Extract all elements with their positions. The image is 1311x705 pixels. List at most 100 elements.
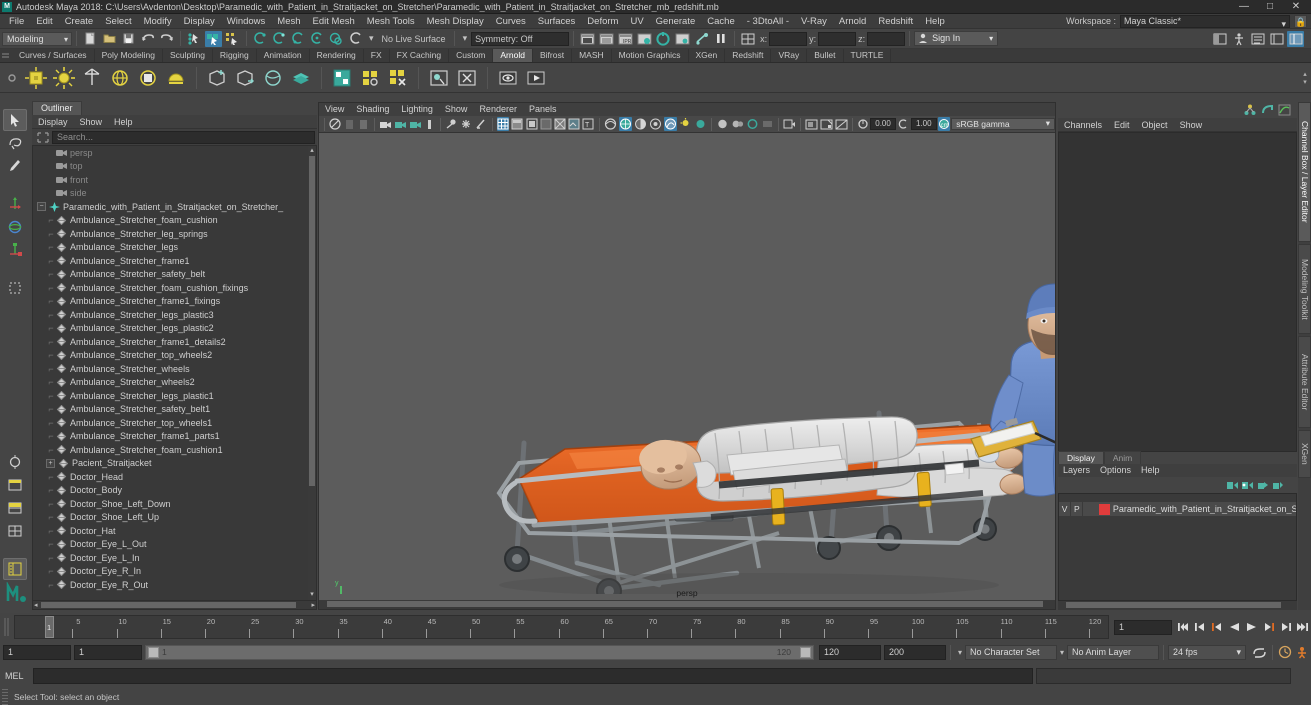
show-hide-attribute-editor-button[interactable] xyxy=(1249,31,1266,47)
shelf-tab-xgen[interactable]: XGen xyxy=(688,49,726,62)
viewport-menu-lighting[interactable]: Lighting xyxy=(395,103,439,116)
outliner-item-ambulance-stretcher-frame1-parts1[interactable]: ⌐ Ambulance_Stretcher_frame1_parts1 xyxy=(33,430,316,444)
graph-editor-icon[interactable] xyxy=(1278,104,1291,116)
render-settings-button[interactable] xyxy=(636,31,653,47)
viewport-menu-panels[interactable]: Panels xyxy=(523,103,563,116)
outliner-item-doctor-eye-r-in[interactable]: ⌐ Doctor_Eye_R_In xyxy=(33,565,316,579)
resolution-gate-button[interactable] xyxy=(835,117,848,131)
shelf-scroll-arrows[interactable]: ▴ ▾ xyxy=(1299,64,1311,91)
outliner-horizontal-scrollbar[interactable]: ◂ ▸ xyxy=(32,601,317,610)
redo-button[interactable] xyxy=(158,31,175,47)
color-management-select[interactable]: sRGB gamma ▾ xyxy=(951,118,1056,130)
layer-menu-layers[interactable]: Layers xyxy=(1058,464,1095,477)
go-to-end-button[interactable] xyxy=(1295,619,1310,635)
play-backwards-button[interactable] xyxy=(1227,619,1242,635)
shelf-tab-curves-surfaces[interactable]: Curves / Surfaces xyxy=(12,49,95,62)
workspace-select[interactable]: Maya Classic* ▾ xyxy=(1120,14,1290,29)
scrollbar-thumb[interactable] xyxy=(41,602,296,608)
menu-item-3dtoall[interactable]: - 3DtoAll - xyxy=(741,14,795,29)
scale-tool-button[interactable] xyxy=(3,239,27,261)
shelf-tab-motion-graphics[interactable]: Motion Graphics xyxy=(611,49,689,62)
scrollbar-thumb[interactable] xyxy=(327,601,1043,607)
y-coord-field[interactable] xyxy=(818,31,857,46)
vtab-attribute-editor[interactable]: Attribute Editor xyxy=(1298,336,1311,428)
menuset-select[interactable]: Modeling ▾ xyxy=(2,31,72,46)
outliner-item-doctor-eye-l-in[interactable]: ⌐ Doctor_Eye_L_In xyxy=(33,551,316,565)
close-button[interactable]: ✕ xyxy=(1283,0,1309,14)
select-by-object-type-button[interactable] xyxy=(205,30,222,47)
render-sequence-button[interactable] xyxy=(655,31,672,47)
scrollbar-thumb[interactable] xyxy=(1066,602,1281,608)
viewport-menu-renderer[interactable]: Renderer xyxy=(473,103,523,116)
outliner-item-ambulance-stretcher-foam-cushion-fixings[interactable]: ⌐ Ambulance_Stretcher_foam_cushion_fixing… xyxy=(33,281,316,295)
range-slider[interactable]: 1 120 xyxy=(145,644,814,660)
color-management-toggle-button[interactable]: cm xyxy=(937,117,951,131)
outliner-item-paramedic-with-patient-in-straitjacket-on-stretcher[interactable]: − Paramedic_with_Patient_in_Straitjacket_… xyxy=(33,200,316,214)
outliner-item-doctor-shoe-left-up[interactable]: ⌐ Doctor_Shoe_Left_Up xyxy=(33,511,316,525)
layout-two-pane-button[interactable] xyxy=(3,497,27,519)
outliner-item-top[interactable]: top xyxy=(33,160,316,174)
image-plane-button[interactable] xyxy=(424,117,436,131)
menu-item-generate[interactable]: Generate xyxy=(650,14,702,29)
show-hide-modeling-toolkit-button[interactable] xyxy=(1211,31,1228,47)
arnold-area-light-button[interactable] xyxy=(22,64,50,91)
menu-item-modify[interactable]: Modify xyxy=(138,14,178,29)
animation-end-time-field[interactable]: 200 xyxy=(883,644,946,660)
select-camera-button[interactable] xyxy=(329,117,341,131)
outliner-item-ambulance-stretcher-legs-plastic2[interactable]: ⌐ Ambulance_Stretcher_legs_plastic2 xyxy=(33,322,316,336)
go-to-start-button[interactable] xyxy=(1176,619,1191,635)
menu-item-arnold[interactable]: Arnold xyxy=(833,14,872,29)
outliner-item-ambulance-stretcher-top-wheels2[interactable]: ⌐ Ambulance_Stretcher_top_wheels2 xyxy=(33,349,316,363)
menu-item-edit[interactable]: Edit xyxy=(30,14,58,29)
step-back-key-button[interactable] xyxy=(1193,619,1208,635)
filter-icon[interactable] xyxy=(36,131,50,144)
undo-button[interactable] xyxy=(139,31,156,47)
use-all-lights-button[interactable] xyxy=(460,117,473,131)
outliner-item-doctor-eye-l-out[interactable]: ⌐ Doctor_Eye_L_Out xyxy=(33,538,316,552)
outliner-item-side[interactable]: side xyxy=(33,187,316,201)
select-by-hierarchy-button[interactable] xyxy=(186,31,203,47)
viewport-menu-view[interactable]: View xyxy=(319,103,350,116)
xray-joints-button[interactable] xyxy=(618,117,632,131)
playback-loop-button[interactable] xyxy=(1252,644,1267,660)
outliner-item-pacient-straitjacket[interactable]: + Pacient_Straitjacket xyxy=(33,457,316,471)
layer-visibility-toggle[interactable]: V xyxy=(1059,502,1072,516)
hierarchy-icon[interactable] xyxy=(1244,104,1257,116)
display-textures-button[interactable] xyxy=(716,117,729,131)
outliner-item-ambulance-stretcher-safety-belt[interactable]: ⌐ Ambulance_Stretcher_safety_belt xyxy=(33,268,316,282)
viewport-3d-scene[interactable]: y z persp xyxy=(319,133,1055,600)
arnold-point-light-button[interactable] xyxy=(50,64,78,91)
render-current-frame-button[interactable] xyxy=(598,31,615,47)
outliner-item-doctor-shoe-left-down[interactable]: ⌐ Doctor_Shoe_Left_Down xyxy=(33,497,316,511)
show-hide-tool-settings-button[interactable] xyxy=(1268,31,1285,47)
paint-select-tool-button[interactable] xyxy=(3,155,27,177)
display-transparency-button[interactable] xyxy=(746,117,759,131)
smooth-shade-selected-button[interactable] xyxy=(525,117,538,131)
layer-playback-toggle[interactable]: P xyxy=(1071,502,1084,516)
channel-box-menu-object[interactable]: Object xyxy=(1136,118,1174,132)
range-slider-right-handle[interactable] xyxy=(799,646,811,658)
maximize-button[interactable]: □ xyxy=(1257,0,1283,14)
anim-layer-select[interactable]: No Anim Layer xyxy=(1067,644,1159,660)
auto-keyframe-button[interactable] xyxy=(1295,644,1310,660)
z-coord-field[interactable] xyxy=(867,31,906,46)
outliner-menu-display[interactable]: Display xyxy=(32,115,74,129)
layer-tab-anim[interactable]: Anim xyxy=(1103,451,1142,464)
menu-item-surfaces[interactable]: Surfaces xyxy=(532,14,582,29)
lasso-tool-button[interactable] xyxy=(3,132,27,154)
outliner-tab[interactable]: Outliner xyxy=(32,101,82,115)
open-scene-button[interactable] xyxy=(101,31,118,47)
shelf-tab-bifrost[interactable]: Bifrost xyxy=(532,49,573,62)
menu-item-select[interactable]: Select xyxy=(99,14,137,29)
menu-item-mesh-tools[interactable]: Mesh Tools xyxy=(361,14,421,29)
outliner-vertical-scrollbar[interactable]: ▴ ▾ xyxy=(308,146,316,600)
menu-item-curves[interactable]: Curves xyxy=(490,14,532,29)
animation-preferences-button[interactable] xyxy=(1278,644,1293,660)
exposure-icon-button[interactable] xyxy=(857,117,869,131)
two-d-pan-zoom-button[interactable] xyxy=(394,117,407,131)
layer-menu-help[interactable]: Help xyxy=(1136,464,1165,477)
outliner-item-doctor-eye-r-out[interactable]: ⌐ Doctor_Eye_R_Out xyxy=(33,578,316,592)
playback-start-time-field[interactable]: 1 xyxy=(74,644,142,660)
outliner-item-ambulance-stretcher-frame1-fixings[interactable]: ⌐ Ambulance_Stretcher_frame1_fixings xyxy=(33,295,316,309)
gamma-icon-button[interactable] xyxy=(897,117,909,131)
